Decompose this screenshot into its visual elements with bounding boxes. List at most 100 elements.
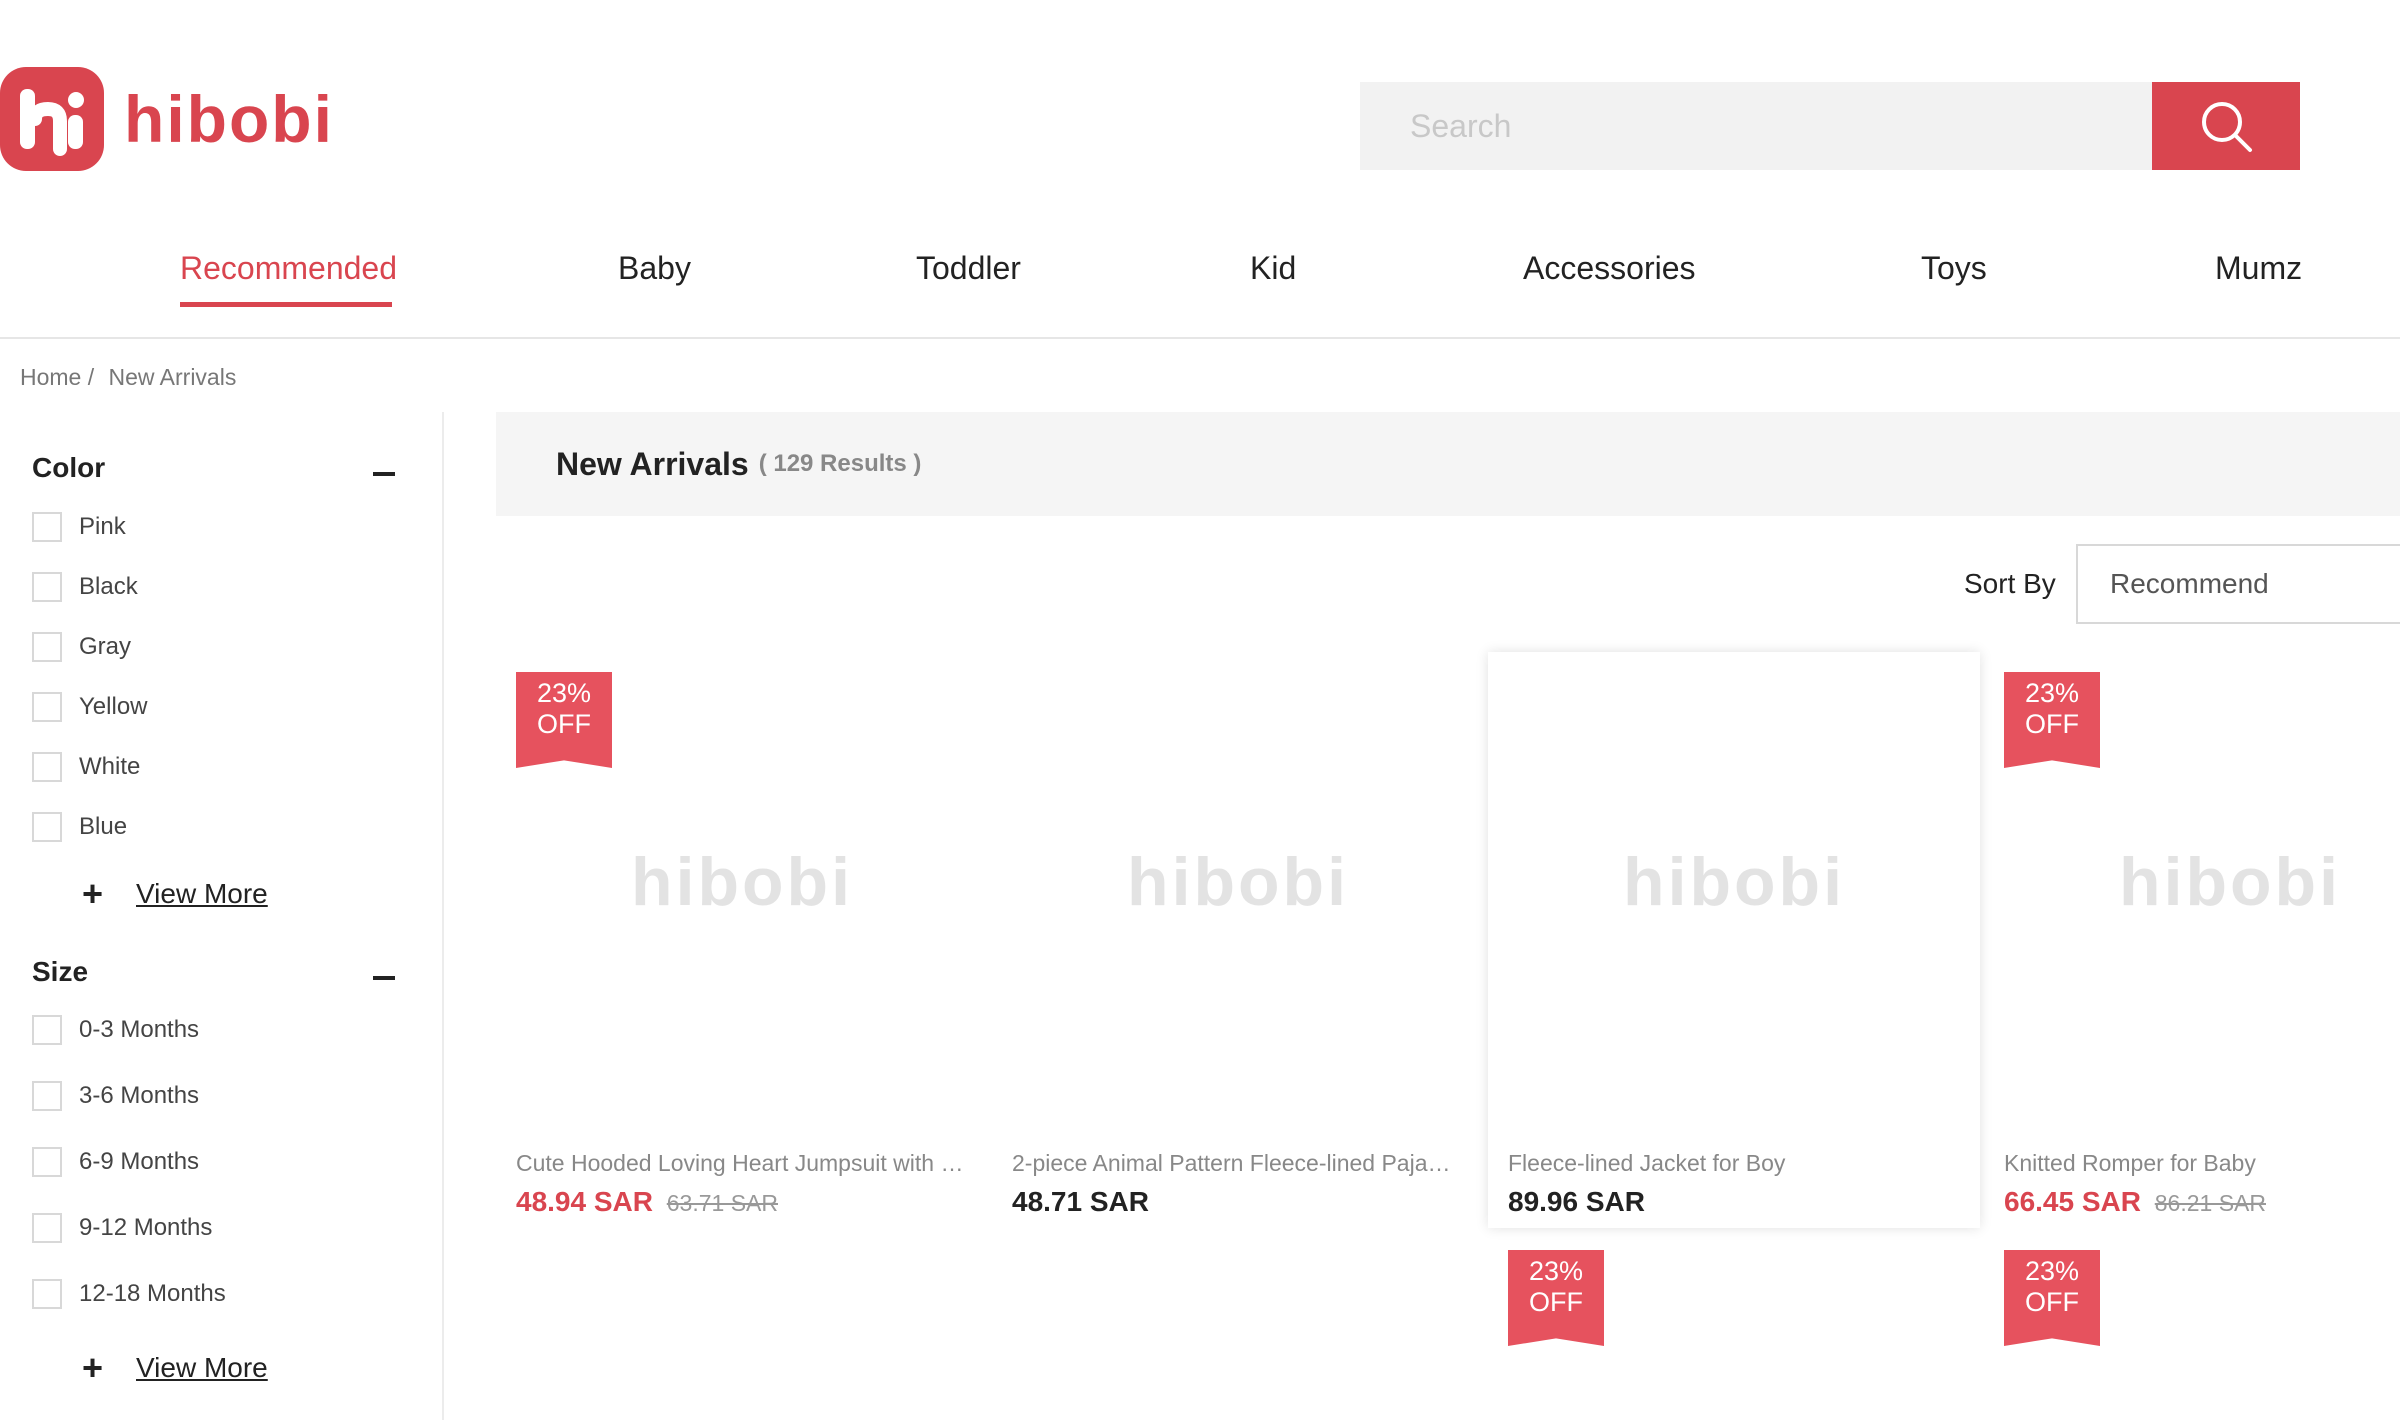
filter-size-title: Size bbox=[32, 956, 89, 987]
nav-tab-mumz[interactable]: Mumz bbox=[2215, 250, 2302, 287]
discount-percent: 23% bbox=[2024, 1256, 2080, 1286]
discount-off: OFF bbox=[2025, 709, 2079, 739]
discount-off: OFF bbox=[1529, 1287, 1583, 1317]
sale-price: 66.45 SAR bbox=[2004, 1186, 2141, 1217]
nav-tab-accessories[interactable]: Accessories bbox=[1523, 250, 1696, 287]
filter-size-6-9[interactable]: 6-9 Months bbox=[32, 1147, 199, 1177]
discount-percent: 23% bbox=[536, 678, 592, 708]
brand-name: hibobi bbox=[124, 82, 334, 156]
filter-color-pink[interactable]: Pink bbox=[32, 512, 126, 542]
filter-color-white[interactable]: White bbox=[32, 752, 140, 782]
placeholder-logo: hibobi bbox=[2119, 844, 2341, 920]
nav-tab-recommended[interactable]: Recommended bbox=[180, 250, 397, 287]
nav-tab-kid[interactable]: Kid bbox=[1250, 250, 1296, 287]
placeholder-logo: hibobi bbox=[1623, 844, 1845, 920]
discount-badge: 23% OFF bbox=[1508, 1250, 1604, 1346]
filter-size-9-12[interactable]: 9-12 Months bbox=[32, 1213, 212, 1243]
product-price: 66.45 SAR 86.21 SAR bbox=[2004, 1186, 2266, 1218]
product-card[interactable]: hibobi 2-piece Animal Pattern Fleece-lin… bbox=[992, 652, 1484, 1228]
sort-select[interactable]: Recommend bbox=[2076, 544, 2400, 624]
sort-label: Sort By bbox=[1964, 568, 2056, 599]
color-view-more-button[interactable]: + View More bbox=[82, 876, 268, 912]
filter-size-3-6[interactable]: 3-6 Months bbox=[32, 1081, 199, 1111]
plus-icon: + bbox=[82, 1347, 104, 1388]
active-tab-indicator bbox=[180, 302, 392, 307]
results-header: New Arrivals ( 129 Results ) bbox=[496, 412, 2400, 516]
breadcrumb-home[interactable]: Home / bbox=[20, 364, 94, 390]
checkbox[interactable] bbox=[32, 1147, 62, 1177]
discount-badge: 23% OFF bbox=[2004, 672, 2100, 768]
placeholder-logo: hibobi bbox=[631, 844, 853, 920]
discount-off: OFF bbox=[537, 709, 591, 739]
checkbox[interactable] bbox=[32, 812, 62, 842]
sidebar-divider bbox=[442, 412, 444, 1420]
filter-label: Blue bbox=[79, 813, 128, 840]
brand-logo[interactable]: hibobi bbox=[0, 67, 334, 171]
discount-badge: 23% OFF bbox=[516, 672, 612, 768]
nav-tab-toys[interactable]: Toys bbox=[1921, 250, 1987, 287]
filter-label: 3-6 Months bbox=[79, 1082, 200, 1109]
filter-size-12-18[interactable]: 12-18 Months bbox=[32, 1279, 226, 1309]
filter-label: 12-18 Months bbox=[79, 1280, 226, 1307]
view-more-label: View More bbox=[136, 878, 268, 909]
page-title: New Arrivals bbox=[556, 445, 749, 482]
product-name[interactable]: Knitted Romper for Baby bbox=[2004, 1150, 2400, 1177]
filter-color-title: Color bbox=[32, 452, 106, 483]
filter-label: Black bbox=[79, 573, 138, 600]
filter-color-black[interactable]: Black bbox=[32, 572, 138, 602]
filter-color-yellow[interactable]: Yellow bbox=[32, 692, 148, 722]
product-card[interactable]: hibobi Fleece-lined Jacket for Boy 89.96… bbox=[1488, 652, 1980, 1228]
filter-label: Gray bbox=[79, 633, 132, 660]
product-name[interactable]: 2-piece Animal Pattern Fleece-lined Paja… bbox=[1012, 1150, 1467, 1177]
filter-label: 9-12 Months bbox=[79, 1214, 213, 1241]
checkbox[interactable] bbox=[32, 512, 62, 542]
filter-label: Yellow bbox=[79, 693, 148, 720]
checkbox[interactable] bbox=[32, 1213, 62, 1243]
size-view-more-button[interactable]: + View More bbox=[82, 1350, 268, 1386]
checkbox[interactable] bbox=[32, 1015, 62, 1045]
discount-percent: 23% bbox=[2024, 678, 2080, 708]
product-price: 89.96 SAR bbox=[1508, 1186, 1645, 1218]
filter-label: Pink bbox=[79, 513, 126, 540]
product-image[interactable]: hibobi bbox=[992, 652, 1484, 1112]
checkbox[interactable] bbox=[32, 632, 62, 662]
search-button[interactable] bbox=[2152, 82, 2300, 170]
filter-size-0-3[interactable]: 0-3 Months bbox=[32, 1015, 199, 1045]
filter-color-gray[interactable]: Gray bbox=[32, 632, 131, 662]
price: 48.71 SAR bbox=[1012, 1186, 1149, 1217]
checkbox[interactable] bbox=[32, 1279, 62, 1309]
product-card[interactable]: hibobi 23% OFF Cute Hooded Loving Heart … bbox=[496, 652, 988, 1228]
product-image[interactable]: hibobi bbox=[1488, 652, 1980, 1112]
results-count: ( 129 Results ) bbox=[758, 450, 922, 477]
checkbox[interactable] bbox=[32, 572, 62, 602]
filter-label: 0-3 Months bbox=[79, 1016, 200, 1043]
checkbox[interactable] bbox=[32, 752, 62, 782]
sale-price: 48.94 SAR bbox=[516, 1186, 653, 1217]
filter-color-blue[interactable]: Blue bbox=[32, 812, 127, 842]
search-input[interactable]: Search bbox=[1360, 82, 2152, 170]
search-icon bbox=[2202, 102, 2252, 152]
product-name[interactable]: Fleece-lined Jacket for Boy bbox=[1508, 1150, 1963, 1177]
filter-size-collapse-icon[interactable] bbox=[373, 976, 395, 980]
filter-color-collapse-icon[interactable] bbox=[373, 472, 395, 476]
discount-badge: 23% OFF bbox=[2004, 1250, 2100, 1346]
nav-tab-toddler[interactable]: Toddler bbox=[916, 250, 1021, 287]
filter-label: White bbox=[79, 753, 141, 780]
discount-percent: 23% bbox=[1528, 1256, 1584, 1286]
checkbox[interactable] bbox=[32, 1081, 62, 1111]
brand-logo-mark-icon bbox=[0, 67, 104, 171]
discount-off: OFF bbox=[2025, 1287, 2079, 1317]
product-price: 48.94 SAR 63.71 SAR bbox=[516, 1186, 778, 1218]
breadcrumb-current: New Arrivals bbox=[108, 364, 237, 390]
product-name[interactable]: Cute Hooded Loving Heart Jumpsuit with P… bbox=[516, 1150, 971, 1177]
original-price: 86.21 SAR bbox=[2154, 1190, 2266, 1216]
breadcrumb: Home / New Arrivals bbox=[20, 364, 244, 391]
nav-tab-baby[interactable]: Baby bbox=[618, 250, 691, 287]
view-more-label: View More bbox=[136, 1352, 268, 1383]
product-card[interactable]: hibobi 23% OFF Knitted Romper for Baby 6… bbox=[1984, 652, 2400, 1228]
header-divider bbox=[0, 337, 2400, 339]
checkbox[interactable] bbox=[32, 692, 62, 722]
placeholder-logo: hibobi bbox=[1127, 844, 1349, 920]
price: 89.96 SAR bbox=[1508, 1186, 1645, 1217]
product-price: 48.71 SAR bbox=[1012, 1186, 1149, 1218]
